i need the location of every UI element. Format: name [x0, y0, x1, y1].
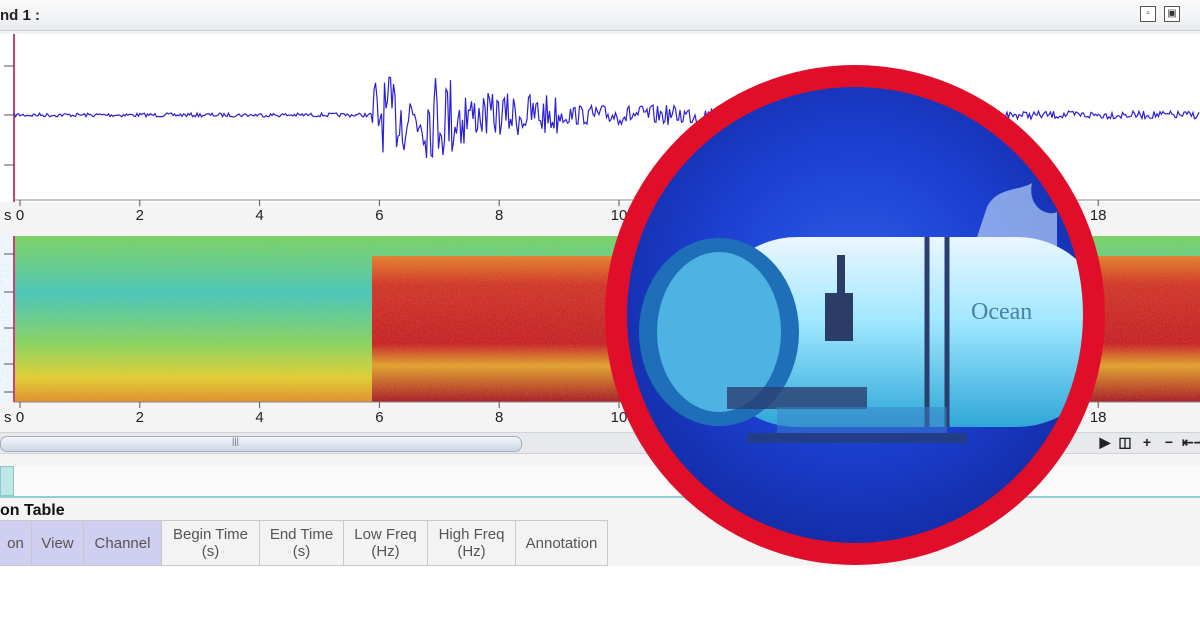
restore-icon[interactable]: ▫ [1140, 6, 1156, 22]
column-header[interactable]: Channel [84, 520, 162, 566]
column-header-label: End Time [269, 526, 334, 543]
fit-icon[interactable]: ⇤⇥ [1182, 434, 1200, 450]
axis-tick-label: 4 [255, 207, 263, 224]
axis-unit: s [4, 409, 12, 426]
axis-tick-label: 2 [136, 409, 144, 426]
axis-tick-label: 6 [375, 409, 383, 426]
column-header-label: Low Freq [354, 526, 417, 543]
column-header-unit: (Hz) [457, 543, 486, 560]
axis-tick-label: 8 [495, 409, 503, 426]
window-title: nd 1 : [0, 7, 40, 24]
hull-brand-text: Ocean [971, 299, 1032, 325]
tab-stub[interactable] [0, 466, 14, 496]
axis-tick-label: 0 [16, 207, 24, 224]
scroll-grip-icon: ||| [232, 436, 240, 446]
column-header[interactable]: Low Freq (Hz) [344, 520, 428, 566]
zoom-out-icon[interactable]: − [1160, 434, 1178, 450]
axis-tick-label: 6 [375, 207, 383, 224]
column-header-label: View [41, 534, 74, 552]
zoom-in-icon[interactable]: + [1138, 434, 1156, 450]
submersible-photo-badge: Ocean [605, 65, 1105, 565]
axis-tick-label: 18 [1090, 207, 1107, 224]
axis-tick-label: 4 [255, 409, 263, 426]
column-header-unit: (Hz) [371, 543, 400, 560]
column-header[interactable]: End Time (s) [260, 520, 344, 566]
column-header[interactable]: View [32, 520, 84, 566]
column-header-label: on [7, 534, 24, 552]
column-header-unit: (s) [292, 543, 311, 560]
column-header-label: High Freq [438, 526, 505, 543]
selection-table-title: on Table [0, 502, 65, 519]
column-header[interactable]: High Freq (Hz) [428, 520, 516, 566]
selection-table-body [0, 566, 1200, 631]
axis-tick-label: 8 [495, 207, 503, 224]
scrollbar-thumb[interactable] [0, 436, 522, 452]
axis-unit: s [4, 207, 12, 224]
column-header-label: Annotation [525, 534, 598, 552]
column-header[interactable]: Begin Time (s) [162, 520, 260, 566]
column-header-label: Channel [94, 534, 151, 552]
column-header-unit: (s) [201, 543, 220, 560]
selection-table-header: on View Channel Begin Time (s) End Time (s) Low… [0, 520, 608, 566]
column-header-label: Begin Time [172, 526, 249, 543]
column-header[interactable]: Annotation [516, 520, 608, 566]
maximize-icon[interactable]: ▣ [1164, 6, 1180, 22]
submersible-photo: Ocean [627, 87, 1083, 543]
view-toggle-icon[interactable]: ◫ [1116, 434, 1134, 450]
axis-tick-label: 18 [1090, 409, 1107, 426]
play-icon[interactable]: ▶ [1096, 434, 1114, 450]
sound-window-titlebar: nd 1 : ▫ ▣ [0, 0, 1200, 31]
column-header[interactable]: on [0, 520, 32, 566]
axis-tick-label: 0 [16, 409, 24, 426]
axis-tick-label: 2 [136, 207, 144, 224]
